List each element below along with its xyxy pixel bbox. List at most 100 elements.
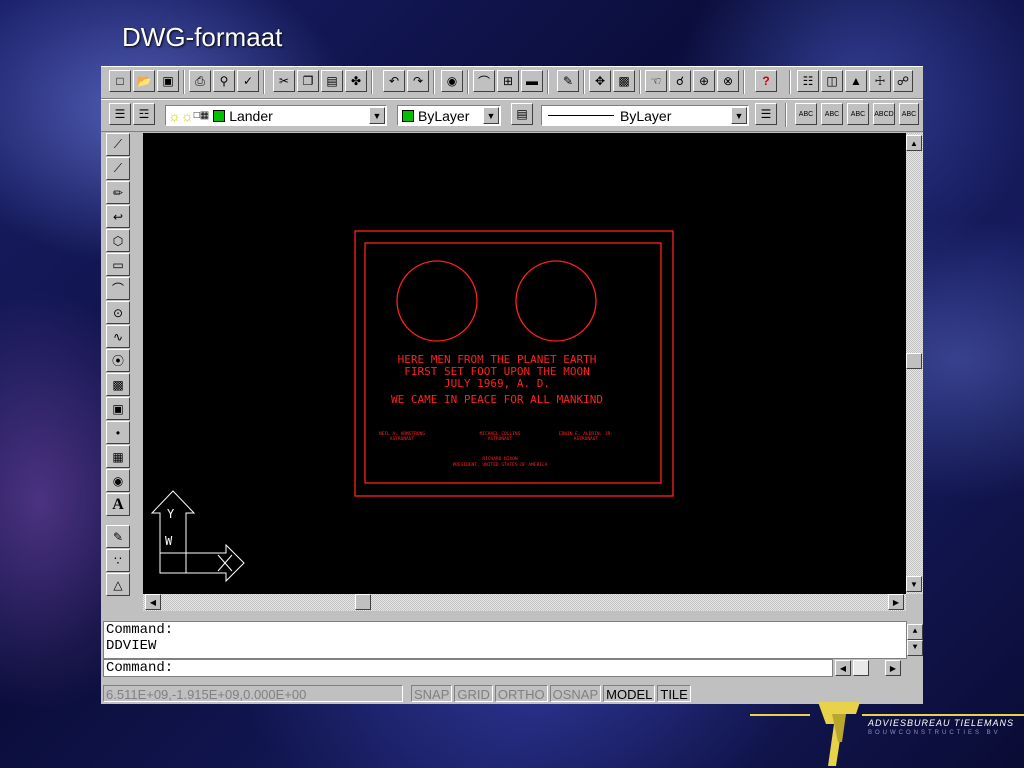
polygon-icon[interactable]: ⬡ — [106, 229, 130, 252]
arc-icon[interactable]: ⌒ — [106, 277, 130, 300]
multiline-text-icon[interactable]: A — [106, 493, 130, 516]
zoom-previous-icon[interactable]: ⊕ — [693, 70, 715, 92]
external-reference-icon[interactable]: ☍ — [893, 70, 913, 92]
inquiry-icon[interactable]: ▬ — [521, 70, 543, 92]
redo-icon[interactable]: ↷ — [407, 70, 429, 92]
vertical-scrollbar[interactable]: ▲ ▼ — [906, 133, 923, 594]
launch-browser-icon[interactable]: ◉ — [441, 70, 463, 92]
signature-4-title: PRESIDENT, UNITED STATES OF AMERICA — [453, 462, 548, 468]
layer-color-swatch — [213, 109, 226, 122]
cut-icon[interactable]: ✂ — [273, 70, 295, 92]
linetype-dropdown[interactable]: ByLayer ▼ — [541, 105, 749, 126]
line-icon[interactable]: ⟋ — [106, 133, 130, 156]
spelling-icon[interactable]: ✓ — [237, 70, 259, 92]
logo-rule-right — [862, 714, 1024, 716]
command-scroll-track[interactable] — [853, 660, 869, 676]
new-icon[interactable]: □ — [109, 70, 131, 92]
ortho-toggle[interactable]: ORTHO — [494, 684, 548, 702]
mirror-icon[interactable]: △ — [106, 573, 130, 596]
scroll-left-arrow-icon[interactable]: ◀ — [145, 594, 161, 610]
zoom-window-icon[interactable]: ☌ — [669, 70, 691, 92]
scroll-up-arrow-icon[interactable]: ▲ — [906, 135, 922, 151]
region-icon[interactable]: ◉ — [106, 469, 130, 492]
help-icon[interactable]: ? — [755, 70, 777, 92]
chevron-down-icon[interactable]: ▼ — [369, 107, 385, 124]
command-prompt-input[interactable]: Command: — [103, 659, 833, 677]
horizontal-scroll-thumb[interactable] — [355, 594, 371, 610]
ucs-icon[interactable]: ⊞ — [497, 70, 519, 92]
copy-icon[interactable]: ❐ — [297, 70, 319, 92]
toolbar-separator — [583, 70, 585, 94]
print-icon[interactable]: ⎙ — [189, 70, 211, 92]
print-preview-icon[interactable]: ⚲ — [213, 70, 235, 92]
redraw-icon[interactable]: ✎ — [557, 70, 579, 92]
osnap-toggle[interactable]: OSNAP — [549, 684, 602, 702]
copy-object-icon[interactable]: ∵ — [106, 549, 130, 572]
properties-icon[interactable]: ☷ — [797, 70, 819, 92]
logo-company-name: ADVIESBUREAU TIELEMANS — [868, 718, 1015, 728]
make-block-icon[interactable]: ▣ — [106, 397, 130, 420]
scroll-left-arrow-icon[interactable]: ◀ — [835, 660, 851, 676]
insert-block-icon[interactable]: ▩ — [106, 373, 130, 396]
zoom-realtime-icon[interactable]: ☜ — [645, 70, 667, 92]
layer-dropdown[interactable]: ☼ ☼ □ ▦ Lander ▼ — [165, 105, 387, 126]
modify-icon[interactable]: ✎ — [106, 525, 130, 548]
draw-toolbar: ⟋ ⟋ ✏ ↩ ⬡ ▭ ⌒ ⊙ ∿ ⦿ ▩ ▣ • ▦ ◉ A ✎ ∵ △ — [106, 133, 132, 613]
ucs-w-label: W — [165, 534, 173, 548]
paste-icon[interactable]: ▤ — [321, 70, 343, 92]
scroll-right-arrow-icon[interactable]: ▶ — [888, 594, 904, 610]
scroll-down-arrow-icon[interactable]: ▼ — [907, 640, 923, 656]
dimension-icon[interactable]: ◫ — [821, 70, 843, 92]
toolbar-separator — [743, 70, 745, 94]
model-toggle[interactable]: MODEL — [603, 684, 656, 702]
text-edit-icon[interactable]: ABC — [821, 103, 843, 125]
signature-1-title: ASTRONAUT — [390, 436, 415, 442]
spline-icon[interactable]: ∿ — [106, 325, 130, 348]
layers-icon[interactable]: ☰ — [109, 103, 131, 125]
horizontal-scrollbar[interactable]: ◀ ▶ — [143, 594, 906, 611]
chevron-down-icon[interactable]: ▼ — [731, 107, 747, 124]
snap-toggle[interactable]: SNAP — [411, 684, 453, 702]
circle-icon[interactable]: ⊙ — [106, 301, 130, 324]
scroll-right-arrow-icon[interactable]: ▶ — [885, 660, 901, 676]
scroll-down-arrow-icon[interactable]: ▼ — [906, 576, 922, 592]
zoom-extents-icon[interactable]: ⊗ — [717, 70, 739, 92]
open-icon[interactable]: 📂 — [133, 70, 155, 92]
lightbulb-icon: ☼ — [168, 107, 181, 124]
undo-icon[interactable]: ↶ — [383, 70, 405, 92]
autocad-window: □ 📂 ▣ ⎙ ⚲ ✓ ✂ ❐ ▤ ✤ ↶ ↷ ◉ ⌒ ⊞ ▬ ✎ ✥ ▩ ☜ … — [101, 66, 923, 704]
aerial-view-icon[interactable]: ▩ — [613, 70, 635, 92]
color-dropdown[interactable]: ByLayer ▼ — [397, 105, 501, 126]
logo-tagline: BOUWCONSTRUCTIES BV — [868, 730, 1001, 736]
pan-icon[interactable]: ✥ — [589, 70, 611, 92]
block-icon[interactable]: ☩ — [869, 70, 891, 92]
polyline-icon[interactable]: ↩ — [106, 205, 130, 228]
attribute-icon[interactable]: ▲ — [845, 70, 867, 92]
multiline-icon[interactable]: ✏ — [106, 181, 130, 204]
rectangle-icon[interactable]: ▭ — [106, 253, 130, 276]
ellipse-icon[interactable]: ⦿ — [106, 349, 130, 372]
drawing-canvas[interactable]: HERE MEN FROM THE PLANET EARTH FIRST SET… — [143, 133, 906, 594]
point-icon[interactable]: • — [106, 421, 130, 444]
standard-toolbar: □ 📂 ▣ ⎙ ⚲ ✓ ✂ ❐ ▤ ✤ ↶ ↷ ◉ ⌒ ⊞ ▬ ✎ ✥ ▩ ☜ … — [101, 66, 923, 99]
vertical-scroll-thumb[interactable] — [906, 353, 922, 369]
match-properties-icon[interactable]: ✤ — [345, 70, 367, 92]
text-find-icon[interactable]: ABC — [847, 103, 869, 125]
text-fit-icon[interactable]: ABCD — [873, 103, 895, 125]
object-snap-icon[interactable]: ⌒ — [473, 70, 495, 92]
make-layer-current-icon[interactable]: ☲ — [133, 103, 155, 125]
signature-2-title: ASTRONAUT — [488, 436, 513, 442]
grid-toggle[interactable]: GRID — [454, 684, 493, 702]
hatch-icon[interactable]: ▦ — [106, 445, 130, 468]
linetype-icon[interactable]: ▤ — [511, 103, 533, 125]
save-icon[interactable]: ▣ — [157, 70, 179, 92]
construction-line-icon[interactable]: ⟋ — [106, 157, 130, 180]
coordinates-readout: 6.511E+09,-1.915E+09,0.000E+00 — [103, 684, 403, 702]
company-logo: ADVIESBUREAU TIELEMANS BOUWCONSTRUCTIES … — [750, 702, 1024, 768]
text-spell-icon[interactable]: ABC — [899, 103, 919, 125]
chevron-down-icon[interactable]: ▼ — [483, 107, 499, 124]
text-style-icon[interactable]: ABC — [795, 103, 817, 125]
tile-toggle[interactable]: TILE — [657, 684, 691, 702]
scroll-up-arrow-icon[interactable]: ▲ — [907, 624, 923, 640]
list-icon[interactable]: ☰ — [755, 103, 777, 125]
